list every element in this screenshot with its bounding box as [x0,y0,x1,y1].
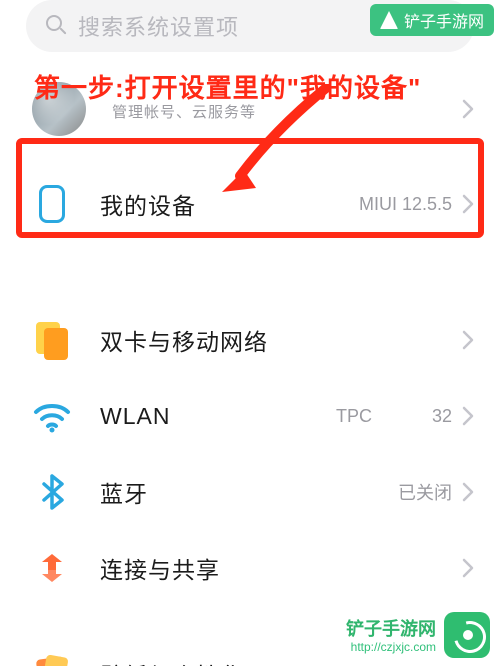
device-icon [32,184,72,224]
search-placeholder: 搜索系统设置项 [78,10,239,42]
chevron-right-icon [462,406,474,426]
watermark-bottom-url: http://czjxjc.com [346,641,436,654]
row-label: 蓝牙 [100,475,148,509]
chevron-right-icon [462,558,474,578]
watermark-logo-icon [380,11,398,29]
bluetooth-icon [32,472,72,512]
share-icon [32,548,72,588]
row-value: MIUI 12.5.5 [359,194,452,215]
row-label: 双卡与移动网络 [100,323,268,357]
row-my-device[interactable]: 我的设备 MIUI 12.5.5 [0,158,500,250]
search-icon [46,15,68,37]
chevron-right-icon [462,99,474,119]
chevron-right-icon [462,482,474,502]
row-label: WLAN [100,403,170,430]
watermark-bottom: 铲子手游网 http://czjxjc.com [346,612,490,658]
annotation-callout: 第一步:打开设置里的"我的设备" [34,68,421,105]
row-wlan[interactable]: WLAN TPC 32 [0,378,500,454]
wifi-icon [32,396,72,436]
row-label: 连接与共享 [100,551,220,585]
chevron-right-icon [462,194,474,214]
watermark-top: 铲子手游网 [370,4,494,36]
row-label: 壁纸与个性化 [100,657,244,666]
row-connect-share[interactable]: 连接与共享 [0,530,500,606]
watermark-top-text: 铲子手游网 [404,8,484,32]
row-sim[interactable]: 双卡与移动网络 [0,302,500,378]
row-value: 已关闭 [398,479,452,505]
row-value: TPC 32 [336,406,452,427]
row-label: 我的设备 [100,187,196,221]
watermark-bottom-text: 铲子手游网 [346,615,436,641]
watermark-badge-icon [444,612,490,658]
chevron-right-icon [462,330,474,350]
row-bluetooth[interactable]: 蓝牙 已关闭 [0,454,500,530]
sim-icon [32,320,72,360]
wallpaper-icon [32,654,72,666]
